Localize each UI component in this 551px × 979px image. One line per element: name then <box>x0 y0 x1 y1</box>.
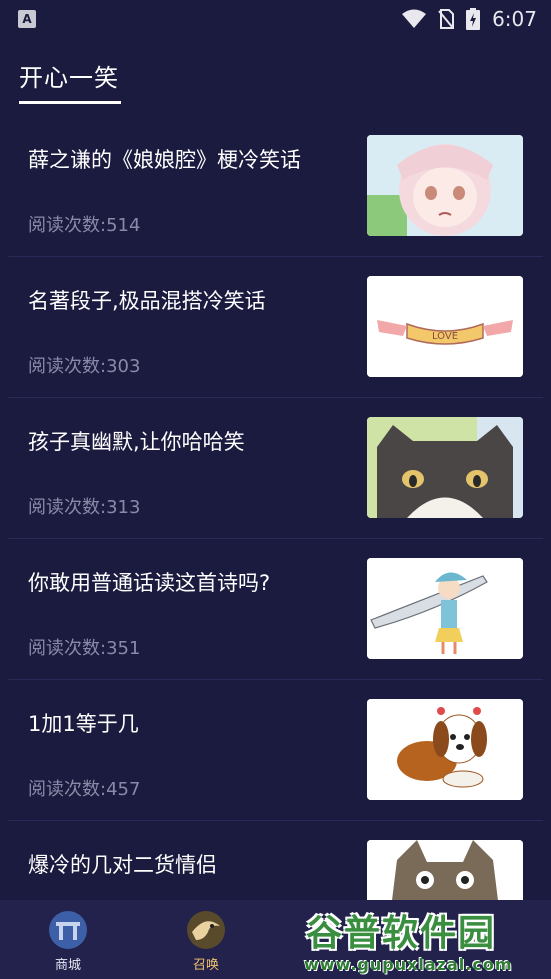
article-title: 名著段子,极品混搭冷笑话 <box>28 289 266 313</box>
article-thumbnail <box>367 135 523 236</box>
watermark: 谷普软件园 www.gupuxlazal.com <box>300 900 551 979</box>
svg-text:LOVE: LOVE <box>432 331 458 342</box>
tab-happy-laugh[interactable]: 开心一笑 <box>19 58 119 93</box>
article-item[interactable]: 你敢用普通话读这首诗吗? 阅读次数:351 <box>0 539 551 680</box>
eagle-icon <box>187 911 225 949</box>
article-list: 薛之谦的《娘娘腔》梗冷笑话 阅读次数:514 名著段子,极品混搭冷笑话 阅读次数… <box>0 116 551 962</box>
article-thumbnail <box>367 558 523 659</box>
clock: 6:07 <box>492 7 537 31</box>
article-title: 1加1等于几 <box>28 712 139 736</box>
article-item[interactable]: 1加1等于几 阅读次数:457 <box>0 680 551 821</box>
read-count: 阅读次数:514 <box>28 215 141 236</box>
article-title: 孩子真幽默,让你哈哈笑 <box>28 430 245 454</box>
article-title: 薛之谦的《娘娘腔》梗冷笑话 <box>28 148 301 172</box>
header: 开心一笑 <box>0 38 551 116</box>
article-item[interactable]: 名著段子,极品混搭冷笑话 阅读次数:303 LOVE <box>0 257 551 398</box>
tab-active-indicator <box>19 101 121 104</box>
nav-summon[interactable]: 召唤 <box>166 900 246 979</box>
article-item[interactable]: 薛之谦的《娘娘腔》梗冷笑话 阅读次数:514 <box>0 116 551 257</box>
nav-label: 召唤 <box>192 958 219 973</box>
nav-shop[interactable]: 商城 <box>28 900 108 979</box>
watermark-title: 谷普软件园 <box>306 913 497 954</box>
article-title: 爆冷的几对二货情侣 <box>28 853 217 877</box>
read-count: 阅读次数:351 <box>28 638 141 659</box>
wifi-icon <box>402 9 427 29</box>
article-thumbnail: LOVE <box>367 276 523 377</box>
read-count: 阅读次数:303 <box>28 356 141 377</box>
article-item[interactable]: 孩子真幽默,让你哈哈笑 阅读次数:313 <box>0 398 551 539</box>
read-count: 阅读次数:457 <box>28 779 141 800</box>
article-thumbnail <box>367 699 523 800</box>
nav-label: 商城 <box>54 958 81 973</box>
watermark-url: www.gupuxlazal.com <box>304 955 513 974</box>
app-notification-icon: A <box>18 10 36 28</box>
status-bar: A 6:07 <box>0 0 551 38</box>
article-title: 你敢用普通话读这首诗吗? <box>28 571 271 595</box>
article-thumbnail <box>367 417 523 518</box>
shop-gate-icon <box>49 911 87 949</box>
no-sim-icon <box>438 9 455 29</box>
read-count: 阅读次数:313 <box>28 497 141 518</box>
battery-charging-icon <box>466 8 481 30</box>
